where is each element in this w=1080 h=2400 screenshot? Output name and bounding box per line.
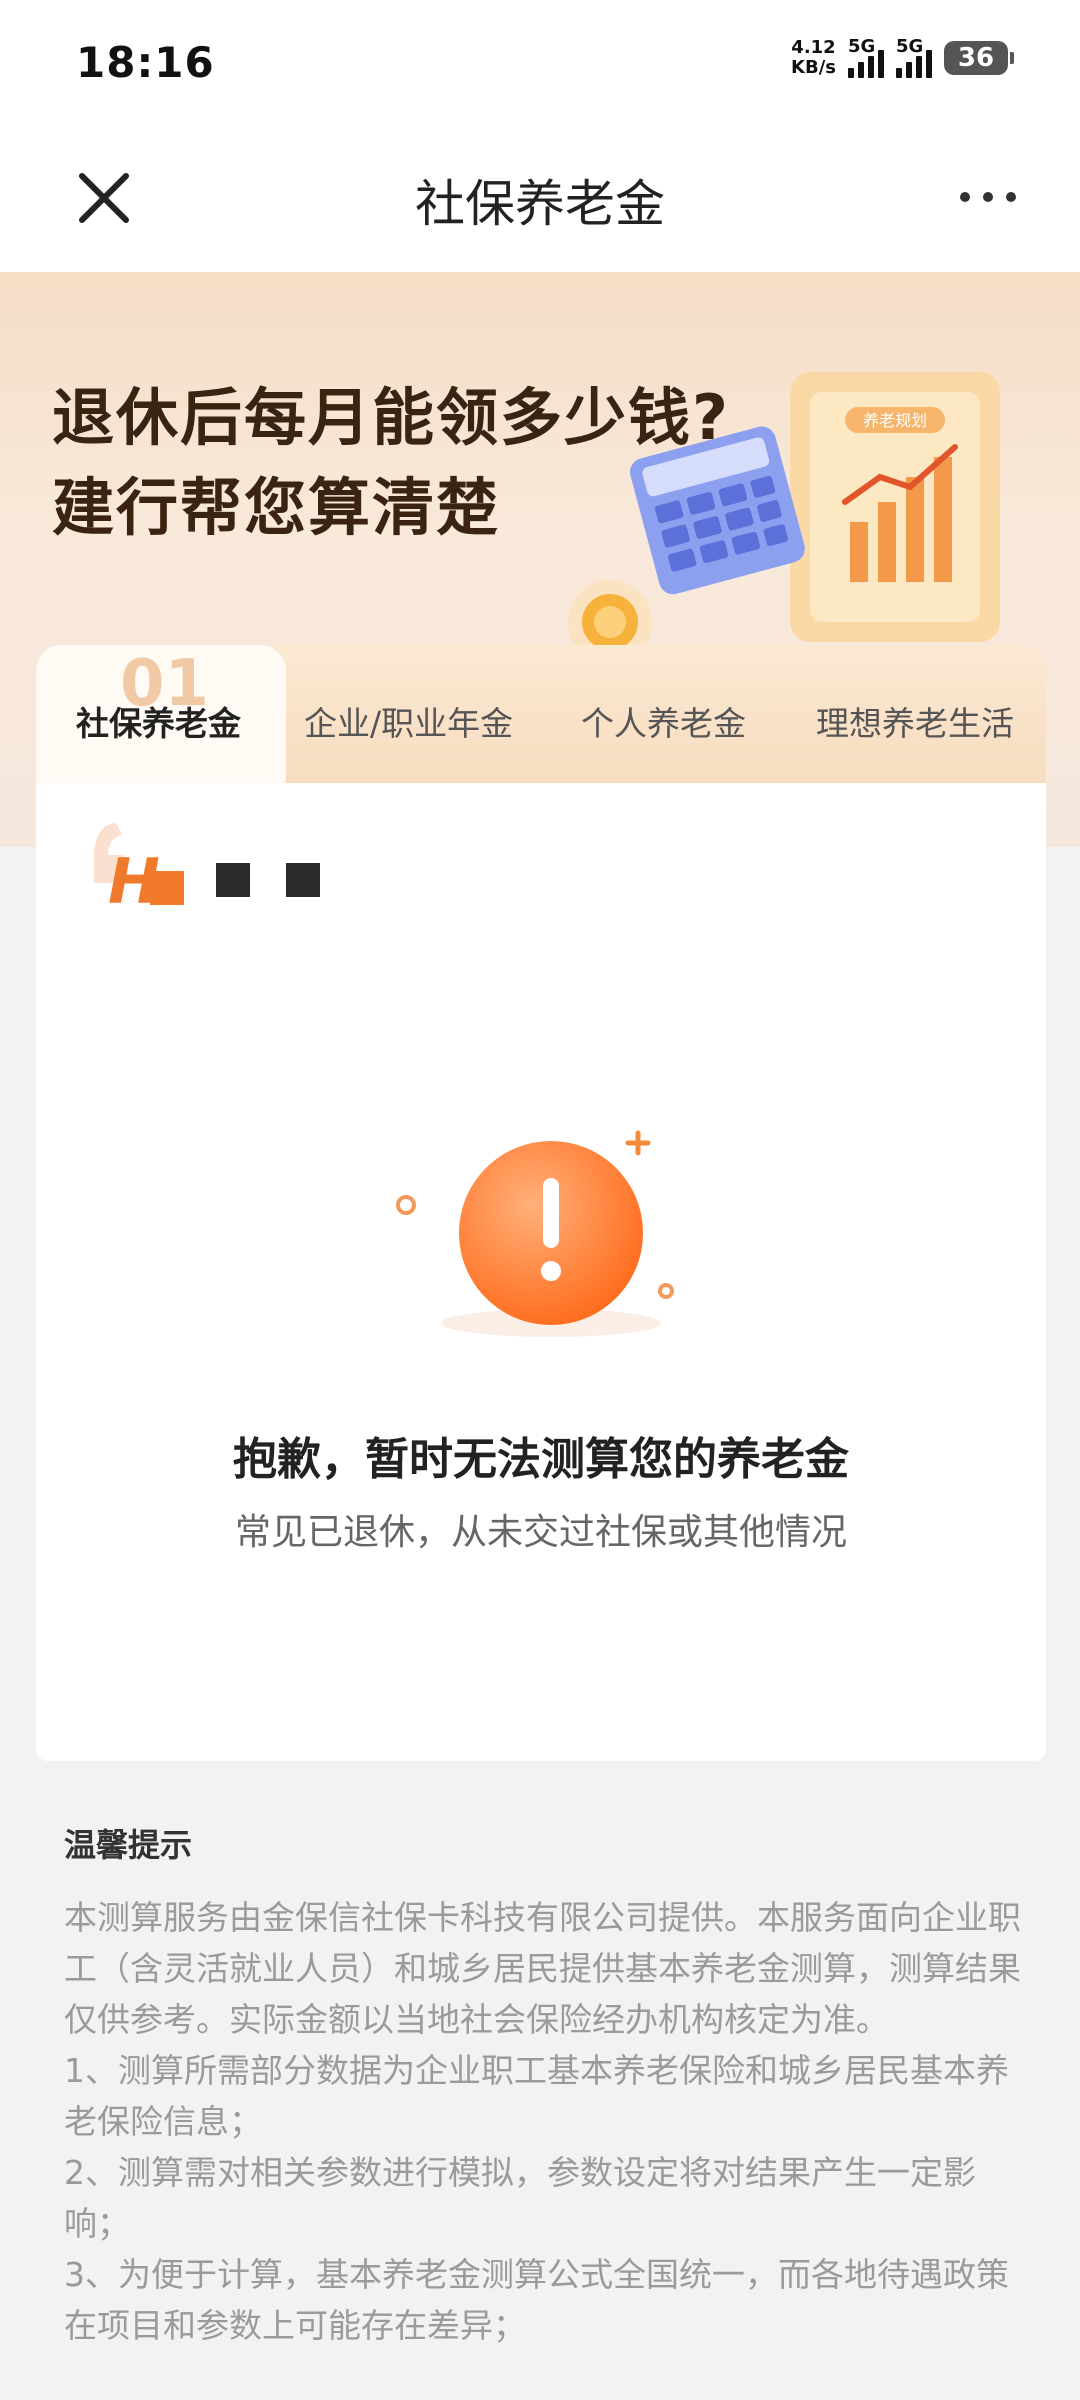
battery-icon: 36 [944, 41, 1014, 75]
network-speed: 4.12 KB/s [791, 38, 836, 78]
masked-name [216, 863, 320, 897]
tips-paragraph: 3、为便于计算，基本养老金测算公式全国统一，而各地待遇政策在项目和参数上可能存在… [64, 2255, 1009, 2345]
nav-bar: 社保养老金 [0, 130, 1080, 272]
tab-ideal-retirement[interactable]: 理想养老生活 [816, 697, 1014, 745]
status-time: 18:16 [76, 38, 215, 87]
tips-paragraph: 2、测算需对相关参数进行模拟，参数设定将对结果产生一定影响； [64, 2153, 976, 2243]
report-label: 养老规划 [863, 411, 927, 430]
tips-title: 温馨提示 [64, 1826, 193, 1864]
tips-body: 本测算服务由金保信社保卡科技有限公司提供。本服务面向企业职工（含灵活就业人员）和… [64, 1892, 1024, 2351]
tab-label: 社保养老金 [76, 704, 241, 743]
tips-paragraph: 本测算服务由金保信社保卡科技有限公司提供。本服务面向企业职工（含灵活就业人员）和… [64, 1898, 1021, 2039]
tab-social-pension[interactable]: 01 社保养老金 [36, 645, 286, 783]
signal-type-label: 5G [848, 36, 876, 57]
tab-personal-pension[interactable]: 个人养老金 [581, 697, 746, 745]
result-card: H 抱歉，暂时无法测算您的养老金 常见已退休，从未交过社保或其他情况 [36, 783, 1046, 1761]
tab-enterprise-annuity[interactable]: 企业/职业年金 [304, 697, 513, 745]
network-speed-value: 4.12 [791, 37, 836, 58]
status-bar: 18:16 4.12 KB/s 5G 5G 36 [0, 0, 1080, 130]
page-title: 社保养老金 [415, 175, 665, 233]
signal-type-label: 5G [896, 36, 924, 57]
signal-icon: 5G [896, 36, 932, 78]
tips-paragraph: 1、测算所需部分数据为企业职工基本养老保险和城乡居民基本养老保险信息； [64, 2051, 1009, 2141]
error-title: 抱歉，暂时无法测算您的养老金 [233, 1434, 849, 1485]
banner-subheadline: 建行帮您算清楚 [52, 471, 501, 544]
calculator-report-illustration: 养老规划 [568, 372, 1000, 664]
battery-level: 36 [957, 43, 995, 73]
category-tabs: 01 社保养老金 企业/职业年金 个人养老金 理想养老生活 [36, 645, 1046, 783]
more-icon[interactable] [960, 182, 1016, 212]
quote-logo-icon: H [94, 823, 184, 918]
status-indicators: 4.12 KB/s 5G 5G 36 [791, 36, 1014, 78]
error-subtitle: 常见已退休，从未交过社保或其他情况 [234, 1512, 847, 1553]
signal-icon: 5G [848, 36, 884, 78]
warning-icon [396, 1130, 674, 1337]
network-speed-unit: KB/s [791, 57, 836, 78]
